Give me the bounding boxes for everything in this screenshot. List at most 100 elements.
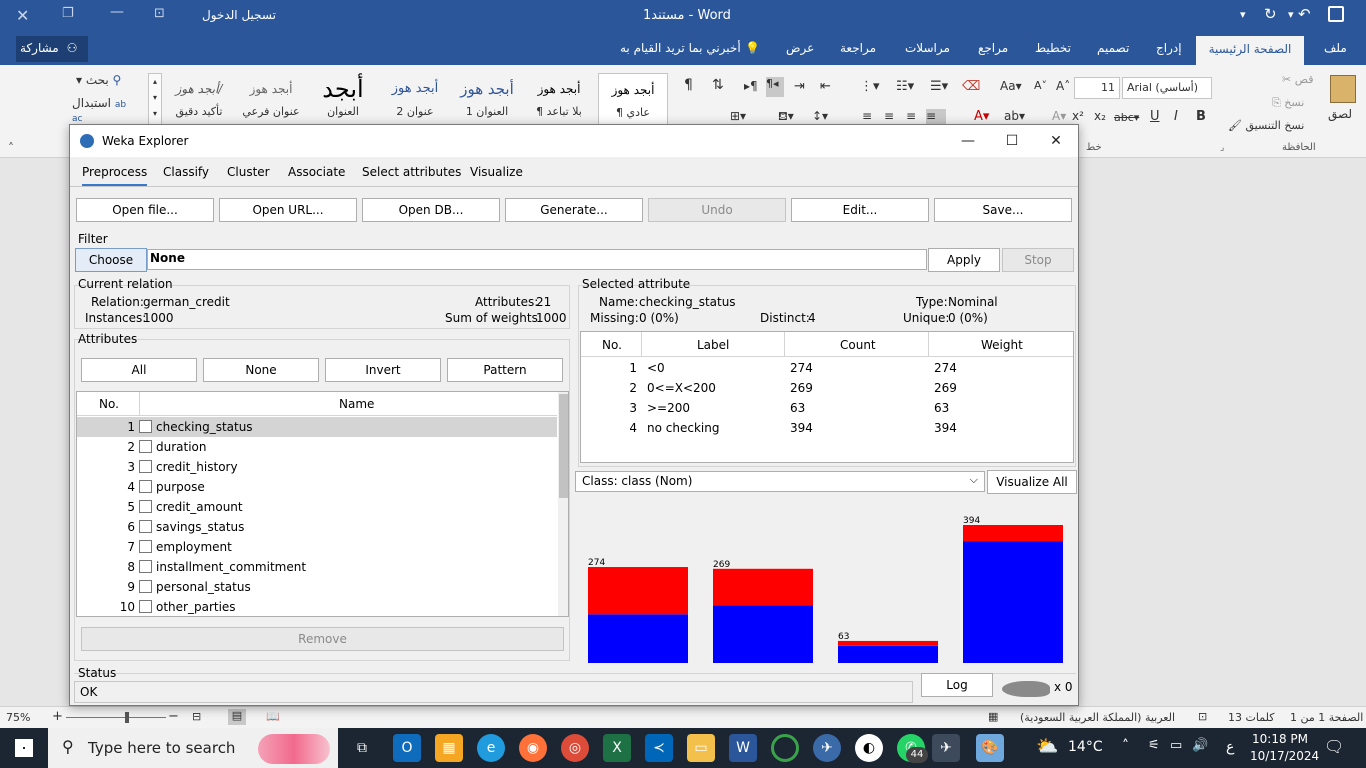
table-row[interactable]: 9 personal_status — [77, 577, 557, 597]
lt-header-no[interactable]: No. — [602, 338, 622, 352]
borders-icon[interactable]: ⊞▾ — [730, 109, 746, 123]
tab-home[interactable]: الصفحة الرئيسية — [1196, 36, 1304, 65]
table-row[interactable]: 1 checking_status — [77, 417, 557, 437]
stop-button[interactable]: Stop — [1002, 248, 1074, 272]
accessibility-icon[interactable]: ▦ — [988, 710, 998, 723]
github-icon[interactable]: ◐ — [855, 734, 883, 762]
show-hidden-icons[interactable]: ˄ — [1122, 738, 1129, 754]
edit-button[interactable]: Edit... — [791, 198, 929, 222]
format-painter-button[interactable]: 🖌 نسخ التنسيق — [1228, 119, 1304, 132]
language-status[interactable]: العربية (المملكة العربية السعودية) — [1020, 711, 1175, 724]
tab-file[interactable]: ملف — [1324, 41, 1347, 55]
underline-icon[interactable]: U — [1150, 109, 1160, 124]
style-no-spacing[interactable]: أبجد هوز ¶ بلا تباعد — [524, 73, 594, 125]
attr-header-no[interactable]: No. — [99, 397, 119, 411]
text-effects-icon[interactable]: A▾ — [1052, 109, 1066, 123]
attr-row-checkbox[interactable] — [139, 460, 152, 473]
print-layout-icon[interactable]: ▤ — [228, 709, 246, 725]
attributes-scrollbar-thumb[interactable] — [559, 394, 568, 498]
share-button[interactable]: مشاركة ⚇ — [16, 36, 88, 62]
bold-icon[interactable]: B — [1196, 109, 1206, 124]
lt-header-label[interactable]: Label — [697, 338, 729, 352]
line-spacing-icon[interactable]: ↕▾ — [812, 109, 828, 123]
open-db-button[interactable]: Open DB... — [362, 198, 500, 222]
table-row[interactable]: 8 installment_commitment — [77, 557, 557, 577]
align-center-icon[interactable]: ≡ — [906, 109, 916, 123]
taskbar-search-box[interactable]: ⚲ Type here to search — [48, 728, 338, 768]
undo-dropdown-icon[interactable]: ▾ — [1288, 8, 1294, 21]
attr-row-checkbox[interactable] — [139, 600, 152, 613]
lt-header-count[interactable]: Count — [840, 338, 876, 352]
select-all-button[interactable]: All — [81, 358, 197, 382]
table-row[interactable]: 3 credit_history — [77, 457, 557, 477]
table-row[interactable]: 2 0<=X<200 269 269 — [581, 378, 1073, 398]
edge-icon[interactable]: e — [477, 734, 505, 762]
save-button[interactable]: Save... — [934, 198, 1072, 222]
open-url-button[interactable]: Open URL... — [219, 198, 357, 222]
show-marks-icon[interactable]: ¶ — [684, 77, 693, 93]
table-row[interactable]: 2 duration — [77, 437, 557, 457]
italic-icon[interactable]: I — [1174, 109, 1178, 124]
tab-layout[interactable]: تخطيط — [1035, 41, 1071, 55]
tab-associate[interactable]: Associate — [288, 165, 345, 179]
chrome-icon[interactable]: ◎ — [561, 734, 589, 762]
table-row[interactable]: 1 <0 274 274 — [581, 358, 1073, 378]
styles-scroll[interactable]: ▴ ▾ ▾ — [148, 73, 162, 125]
style-heading-2[interactable]: أبجد هوز عنوان 2 — [380, 73, 450, 125]
table-row[interactable]: 10 other_parties — [77, 597, 557, 616]
remove-button[interactable]: Remove — [81, 627, 564, 651]
customize-qat-icon[interactable]: ▾ — [1240, 8, 1246, 21]
restore-icon[interactable]: ❐ — [62, 6, 74, 21]
style-subtle-emphasis[interactable]: أبجد هوز/ تأكيد دقيق — [164, 73, 234, 125]
zoom-level[interactable]: 75% — [6, 711, 30, 724]
clipboard-launcher-icon[interactable]: ⌟ — [1220, 143, 1224, 153]
attr-row-checkbox[interactable] — [139, 480, 152, 493]
font-size-select[interactable]: 11 — [1074, 77, 1120, 99]
notifications-icon[interactable]: 🗨 — [1324, 737, 1344, 756]
style-normal[interactable]: أبجد هوز ¶ عادي — [598, 73, 668, 125]
zoom-slider[interactable] — [66, 717, 166, 718]
visualize-all-button[interactable]: Visualize All — [987, 470, 1077, 494]
font-name-select[interactable]: Arial (أساسي) — [1122, 77, 1212, 99]
shading-icon[interactable]: ⛾▾ — [778, 109, 794, 125]
table-row[interactable]: 4 purpose — [77, 477, 557, 497]
tab-insert[interactable]: إدراج — [1156, 41, 1182, 55]
paste-icon[interactable] — [1330, 75, 1356, 103]
replace-button[interactable]: استبدال ab ac — [72, 96, 126, 124]
loading-app-icon[interactable] — [771, 734, 799, 762]
battery-icon[interactable]: ▭ — [1170, 738, 1182, 753]
word-icon[interactable]: W — [729, 734, 757, 762]
generate-button[interactable]: Generate... — [505, 198, 643, 222]
attr-row-checkbox[interactable] — [139, 540, 152, 553]
tab-cluster[interactable]: Cluster — [227, 165, 270, 179]
undo-button[interactable]: Undo — [648, 198, 786, 222]
style-heading-1[interactable]: أبجد هوز العنوان 1 — [452, 73, 522, 125]
log-button[interactable]: Log — [921, 673, 993, 697]
windows-start-icon[interactable] — [15, 739, 33, 757]
weka-active-icon[interactable]: ✈ — [932, 734, 960, 762]
filter-value-field[interactable]: None — [147, 249, 927, 270]
attributes-scrollbar[interactable] — [558, 392, 568, 616]
attr-header-name[interactable]: Name — [339, 397, 374, 411]
highlight-icon[interactable]: ab▾ — [1004, 109, 1025, 123]
clock-time[interactable]: 10:18 PM — [1252, 732, 1308, 746]
ltr-icon[interactable]: ▸¶ — [744, 79, 758, 93]
zoom-slider-thumb[interactable] — [125, 712, 129, 723]
superscript-icon[interactable]: x² — [1072, 109, 1084, 123]
read-mode-icon[interactable]: 📖 — [266, 710, 280, 723]
clock-date[interactable]: 10/17/2024 — [1250, 749, 1319, 763]
firefox-icon[interactable]: ◉ — [519, 734, 547, 762]
numbering-icon[interactable]: ☷▾ — [896, 79, 914, 94]
apply-button[interactable]: Apply — [928, 248, 1000, 272]
redo-icon[interactable]: ↻ — [1264, 5, 1277, 23]
ribbon-display-icon[interactable]: ⊡ — [154, 6, 165, 21]
cut-button[interactable]: ✂ قص — [1282, 73, 1313, 86]
table-row[interactable]: 6 savings_status — [77, 517, 557, 537]
weka-taskbar-icon[interactable]: ✈ — [813, 734, 841, 762]
copy-button[interactable]: ⎘ نسخ — [1272, 96, 1304, 110]
attr-row-checkbox[interactable] — [139, 500, 152, 513]
input-language[interactable]: ع — [1226, 739, 1234, 755]
lt-header-weight[interactable]: Weight — [981, 338, 1023, 352]
tab-design[interactable]: تصميم — [1097, 41, 1129, 55]
class-select[interactable]: Class: class (Nom) ⌵ — [575, 471, 985, 492]
